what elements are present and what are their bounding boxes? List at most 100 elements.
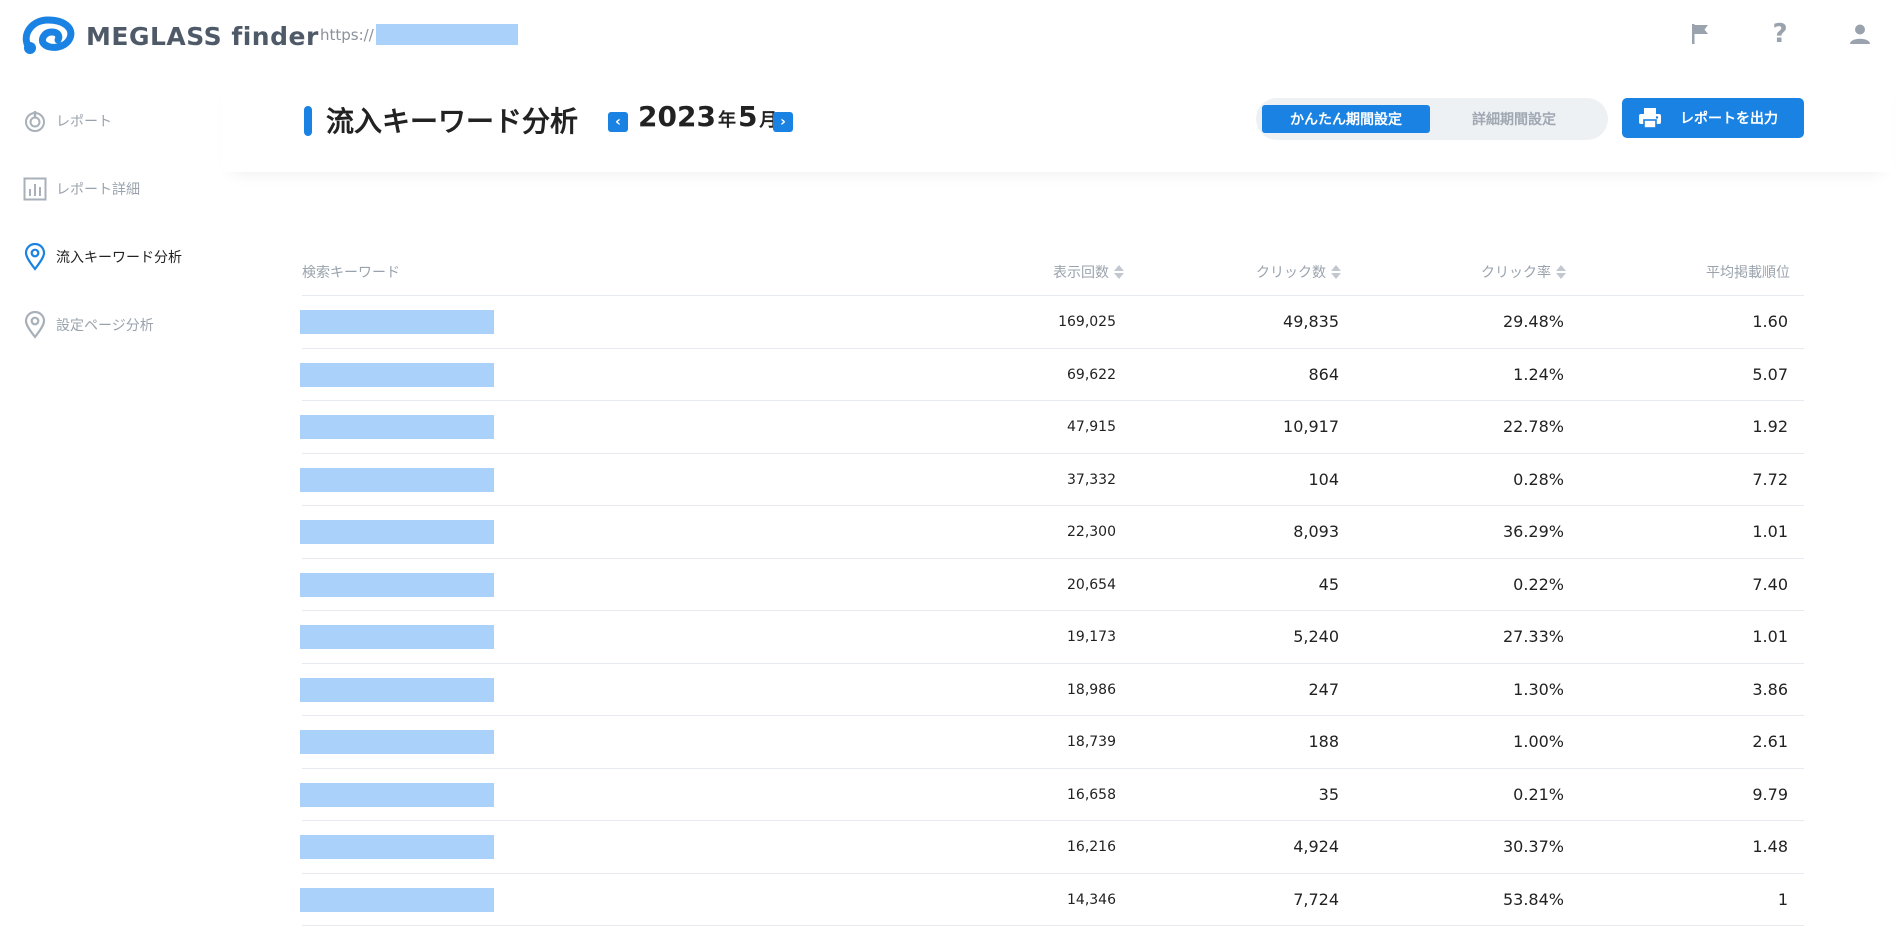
user-icon[interactable] bbox=[1846, 20, 1874, 48]
sidebar-item-page-analysis[interactable]: 設定ページ分析 bbox=[22, 310, 154, 340]
app-logo[interactable]: MEGLASS finder bbox=[20, 16, 319, 56]
table-row: 18,986 247 1.30% 3.86 bbox=[300, 664, 1804, 716]
avg-position-cell: 1.92 bbox=[1752, 417, 1788, 436]
map-pin-icon bbox=[22, 310, 48, 340]
keyword-redacted bbox=[300, 520, 494, 544]
bar-chart-icon bbox=[22, 174, 48, 204]
period-year: 2023 bbox=[638, 100, 716, 133]
title-accent-bar bbox=[304, 106, 312, 136]
flag-icon[interactable] bbox=[1686, 20, 1714, 48]
clicks-cell: 188 bbox=[1308, 732, 1339, 751]
clicks-cell: 247 bbox=[1308, 679, 1339, 699]
export-report-label: レポートを出力 bbox=[1680, 111, 1778, 127]
table-row: 69,622 864 1.24% 5.07 bbox=[300, 349, 1804, 401]
avg-position-cell: 1.01 bbox=[1752, 522, 1788, 541]
next-month-button[interactable]: › bbox=[773, 112, 793, 132]
site-url: https:// bbox=[320, 24, 518, 45]
table-row: 20,654 45 0.22% 7.40 bbox=[300, 559, 1804, 611]
table-row: 16,658 35 0.21% 9.79 bbox=[300, 769, 1804, 821]
avg-position-cell: 1.60 bbox=[1752, 312, 1788, 331]
ctr-cell: 0.21% bbox=[1513, 784, 1564, 804]
table-header: 検索キーワード 表示回数 クリック数 クリック率 平均掲載順位 bbox=[302, 250, 1804, 296]
table-row: 169,025 49,835 29.48% 1.60 bbox=[300, 296, 1804, 349]
detailed-period-button[interactable]: 詳細期間設定 bbox=[1430, 105, 1598, 133]
keyword-redacted bbox=[300, 310, 494, 334]
impressions-cell: 20,654 bbox=[1067, 576, 1116, 593]
clicks-cell: 45 bbox=[1318, 574, 1339, 594]
keyword-redacted bbox=[300, 730, 494, 754]
column-header-ctr[interactable]: クリック率 bbox=[1481, 262, 1566, 282]
sort-icon bbox=[1114, 265, 1124, 279]
avg-position-cell: 7.72 bbox=[1752, 469, 1788, 489]
avg-position-cell: 3.86 bbox=[1752, 679, 1788, 699]
help-icon[interactable]: ? bbox=[1766, 20, 1794, 48]
ctr-cell: 0.28% bbox=[1513, 469, 1564, 489]
avg-position-cell: 9.79 bbox=[1752, 784, 1788, 804]
impressions-cell: 16,658 bbox=[1067, 786, 1116, 803]
table-row: 37,332 104 0.28% 7.72 bbox=[300, 454, 1804, 506]
avg-position-cell: 7.40 bbox=[1752, 574, 1788, 594]
map-pin-icon bbox=[22, 242, 48, 272]
site-url-redacted bbox=[375, 24, 518, 45]
impressions-cell: 18,739 bbox=[1067, 734, 1116, 750]
ctr-cell: 30.37% bbox=[1502, 837, 1564, 856]
keyword-redacted bbox=[300, 572, 494, 597]
clicks-cell: 49,835 bbox=[1283, 312, 1339, 331]
sidebar-item-keyword-analysis[interactable]: 流入キーワード分析 bbox=[22, 242, 182, 272]
period-month: 5 bbox=[737, 100, 758, 133]
avg-position-cell: 1.48 bbox=[1752, 837, 1788, 856]
period-year-unit: 年 bbox=[717, 110, 736, 131]
sidebar-item-report-detail[interactable]: レポート詳細 bbox=[22, 174, 140, 204]
period-display: 2023 年 5 月 bbox=[638, 100, 779, 133]
impressions-cell: 47,915 bbox=[1067, 419, 1116, 435]
column-header-keyword: 検索キーワード bbox=[302, 265, 400, 281]
column-header-impressions[interactable]: 表示回数 bbox=[1053, 262, 1124, 282]
impressions-cell: 19,173 bbox=[1067, 629, 1116, 645]
ctr-cell: 27.33% bbox=[1502, 627, 1564, 646]
impressions-cell: 69,622 bbox=[1067, 366, 1116, 383]
printer-icon bbox=[1639, 108, 1661, 129]
table-row: 18,739 188 1.00% 2.61 bbox=[300, 716, 1804, 769]
table-row: 19,173 5,240 27.33% 1.01 bbox=[300, 611, 1804, 664]
keyword-redacted bbox=[300, 362, 494, 387]
sort-icon bbox=[1556, 265, 1566, 279]
table-row: 14,346 7,724 53.84% 1 bbox=[300, 874, 1804, 926]
column-header-clicks[interactable]: クリック数 bbox=[1256, 262, 1341, 282]
avg-position-cell: 2.61 bbox=[1752, 732, 1788, 751]
clicks-cell: 10,917 bbox=[1283, 417, 1339, 436]
avg-position-cell: 1.01 bbox=[1752, 627, 1788, 646]
prev-month-button[interactable]: ‹ bbox=[608, 112, 628, 132]
sidebar-item-report[interactable]: レポート bbox=[22, 106, 112, 136]
ctr-cell: 29.48% bbox=[1502, 312, 1564, 331]
simple-period-button[interactable]: かんたん期間設定 bbox=[1262, 105, 1430, 133]
clicks-cell: 4,924 bbox=[1293, 837, 1339, 856]
impressions-cell: 169,025 bbox=[1058, 314, 1116, 330]
sidebar-item-label: 設定ページ分析 bbox=[56, 318, 154, 334]
keyword-redacted bbox=[300, 625, 494, 649]
period-mode-toggle: かんたん期間設定 詳細期間設定 bbox=[1256, 98, 1608, 140]
ctr-cell: 22.78% bbox=[1502, 417, 1564, 436]
sidebar-item-label: 流入キーワード分析 bbox=[56, 250, 182, 266]
keyword-redacted bbox=[300, 782, 494, 807]
sidebar-item-label: レポート bbox=[56, 114, 112, 130]
avg-position-cell: 1 bbox=[1777, 889, 1788, 909]
export-report-button[interactable]: レポートを出力 bbox=[1622, 98, 1804, 138]
impressions-cell: 18,986 bbox=[1067, 681, 1116, 698]
table-row: 16,216 4,924 30.37% 1.48 bbox=[300, 821, 1804, 874]
impressions-cell: 14,346 bbox=[1067, 891, 1116, 908]
logo-text: MEGLASS finder bbox=[86, 21, 319, 51]
site-url-prefix: https:// bbox=[320, 25, 374, 44]
impressions-cell: 22,300 bbox=[1067, 524, 1116, 540]
keyword-redacted bbox=[300, 467, 494, 492]
top-bar: MEGLASS finder https:// ? bbox=[0, 0, 1901, 68]
keyword-table: 検索キーワード 表示回数 クリック数 クリック率 平均掲載順位 169,025 … bbox=[300, 250, 1804, 926]
table-row: 22,300 8,093 36.29% 1.01 bbox=[300, 506, 1804, 559]
chevron-right-icon: › bbox=[780, 114, 786, 130]
ctr-cell: 0.22% bbox=[1513, 574, 1564, 594]
avg-position-cell: 5.07 bbox=[1752, 364, 1788, 384]
clicks-cell: 7,724 bbox=[1293, 889, 1339, 909]
ctr-cell: 1.00% bbox=[1513, 732, 1564, 751]
clicks-cell: 864 bbox=[1308, 364, 1339, 384]
table-row: 47,915 10,917 22.78% 1.92 bbox=[300, 401, 1804, 454]
impressions-cell: 37,332 bbox=[1067, 471, 1116, 488]
